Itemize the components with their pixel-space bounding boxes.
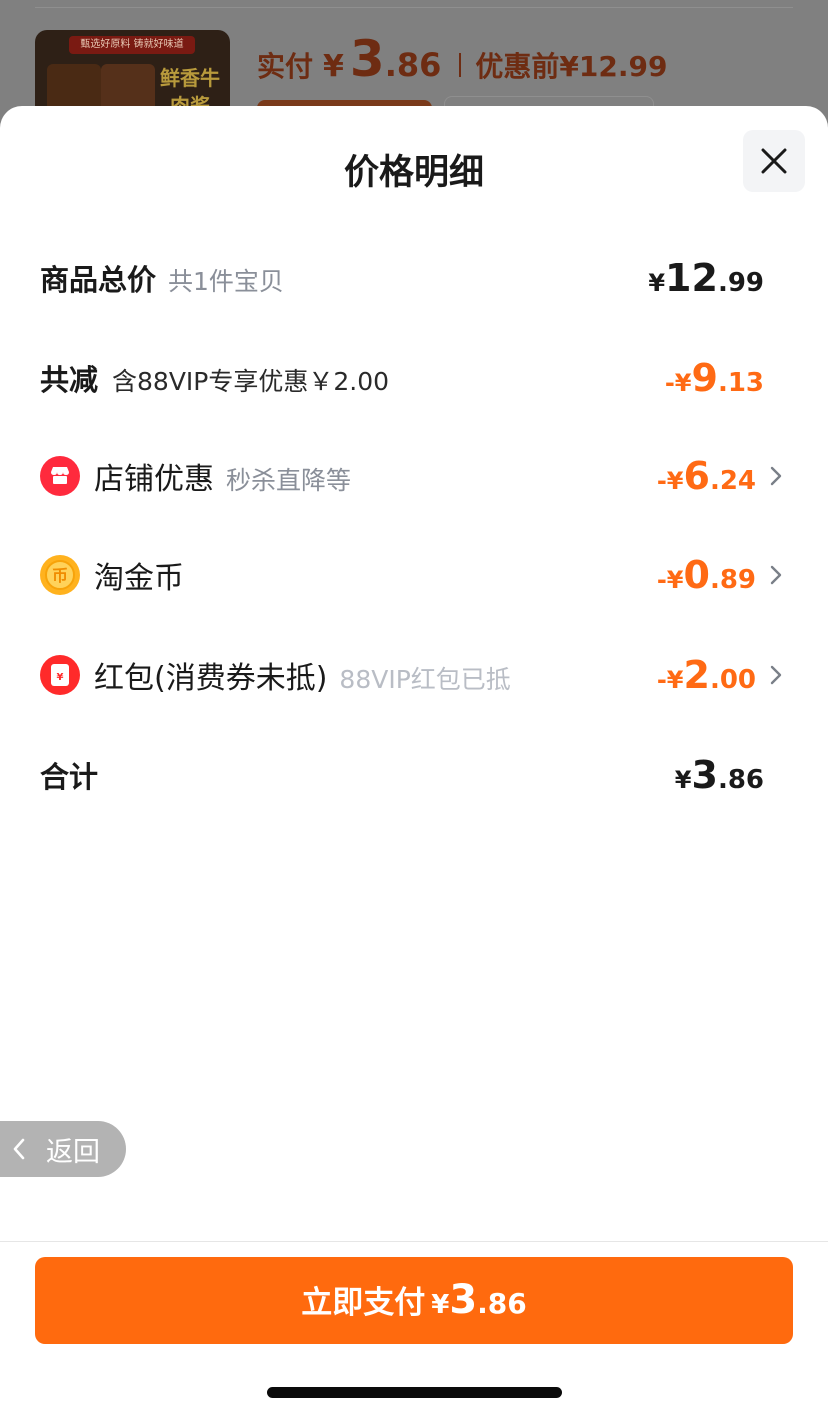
amount-int: 0 — [683, 553, 710, 597]
chevron-right-icon — [764, 663, 788, 687]
chevron-left-icon — [12, 1138, 34, 1160]
original-price: ¥12.99 — [559, 50, 668, 83]
amount-currency: ¥ — [674, 766, 692, 794]
red-packet-amount: -¥ 2 .00 — [657, 653, 756, 697]
thumbnail-banner: 甄选好原料 铸就好味道 — [69, 36, 195, 54]
coin-icon: 币 — [40, 555, 80, 595]
amount-dec: .99 — [717, 268, 764, 298]
total-price-amount: ¥ 12 .99 — [648, 256, 764, 300]
row-sum: 合计 ¥ 3 .86 — [40, 745, 788, 805]
paid-label: 实付 — [257, 50, 314, 83]
original-label: 优惠前 — [475, 50, 560, 83]
row-red-packet[interactable]: ¥ 红包(消费券未抵) 88VIP红包已抵 -¥ 2 .00 — [40, 645, 788, 705]
price-detail-sheet: 价格明细 商品总价 共1件宝贝 ¥ 12 .99 共减 含88VIP专享优惠￥2… — [0, 106, 828, 1416]
price-separator — [459, 53, 462, 77]
home-indicator — [267, 1387, 562, 1398]
paid-currency: ¥ — [323, 49, 344, 84]
amount-int: 2 — [683, 653, 710, 697]
pay-now-button[interactable]: 立即支付 ¥ 3 .86 — [35, 1257, 793, 1344]
amount-int: 12 — [665, 256, 718, 300]
amount-currency: ¥ — [648, 269, 666, 297]
pay-currency: ¥ — [431, 1290, 450, 1320]
amount-currency: -¥ — [656, 566, 684, 594]
row-shop-discount[interactable]: 店铺优惠 秒杀直降等 -¥ 6 .24 — [40, 446, 788, 506]
chevron-right-icon — [764, 563, 788, 587]
close-button[interactable] — [743, 130, 805, 192]
row-note: 秒杀直降等 — [226, 466, 352, 495]
back-label: 返回 — [46, 1136, 100, 1168]
pay-int: 3 — [449, 1277, 478, 1323]
amount-dec: .86 — [717, 765, 764, 795]
coin-discount-amount: -¥ 0 .89 — [657, 553, 756, 597]
amount-int: 6 — [683, 454, 710, 498]
amount-currency: -¥ — [656, 467, 684, 495]
total-discount-amount: -¥ 9 .13 — [665, 356, 764, 400]
pay-dec: .86 — [477, 1287, 527, 1320]
svg-text:币: 币 — [52, 566, 68, 585]
divider — [35, 7, 793, 8]
paid-int: 3 — [349, 30, 385, 88]
red-packet-icon: ¥ — [40, 655, 80, 695]
sum-amount: ¥ 3 .86 — [675, 753, 764, 797]
shop-icon — [40, 456, 80, 496]
shop-discount-amount: -¥ 6 .24 — [657, 454, 756, 498]
amount-int: 3 — [691, 753, 718, 797]
row-note: 88VIP红包已抵 — [339, 665, 511, 694]
amount-dec: .24 — [709, 466, 756, 496]
row-label: 共减 — [40, 363, 99, 397]
row-total-discount: 共减 含88VIP专享优惠￥2.00 -¥ 9 .13 — [40, 348, 788, 408]
paid-price: 实付 ¥ 3 .86 优惠前 ¥12.99 — [257, 30, 667, 100]
row-note: 共1件宝贝 — [168, 267, 284, 296]
row-label: 淘金币 — [94, 561, 184, 596]
row-taobao-coin[interactable]: 币 淘金币 -¥ 0 .89 — [40, 545, 788, 605]
back-button[interactable]: 返回 — [0, 1121, 126, 1177]
amount-dec: .00 — [709, 665, 756, 695]
row-label: 店铺优惠 — [94, 462, 214, 497]
chevron-right-icon — [764, 464, 788, 488]
amount-currency: -¥ — [656, 666, 684, 694]
amount-dec: .13 — [717, 368, 764, 398]
paid-dec: .86 — [384, 46, 442, 84]
pay-label: 立即支付 — [301, 1285, 426, 1321]
divider — [0, 1241, 828, 1242]
svg-text:¥: ¥ — [57, 672, 64, 683]
sheet-title: 价格明细 — [343, 153, 484, 193]
row-total-price: 商品总价 共1件宝贝 ¥ 12 .99 — [40, 248, 788, 308]
close-icon — [761, 148, 787, 174]
amount-int: 9 — [691, 356, 718, 400]
amount-currency: -¥ — [664, 369, 692, 397]
row-label: 红包(消费券未抵) — [94, 661, 328, 696]
row-label: 合计 — [40, 760, 99, 794]
amount-dec: .89 — [709, 565, 756, 595]
row-label: 商品总价 — [40, 263, 157, 297]
row-note: 含88VIP专享优惠￥2.00 — [112, 367, 390, 396]
